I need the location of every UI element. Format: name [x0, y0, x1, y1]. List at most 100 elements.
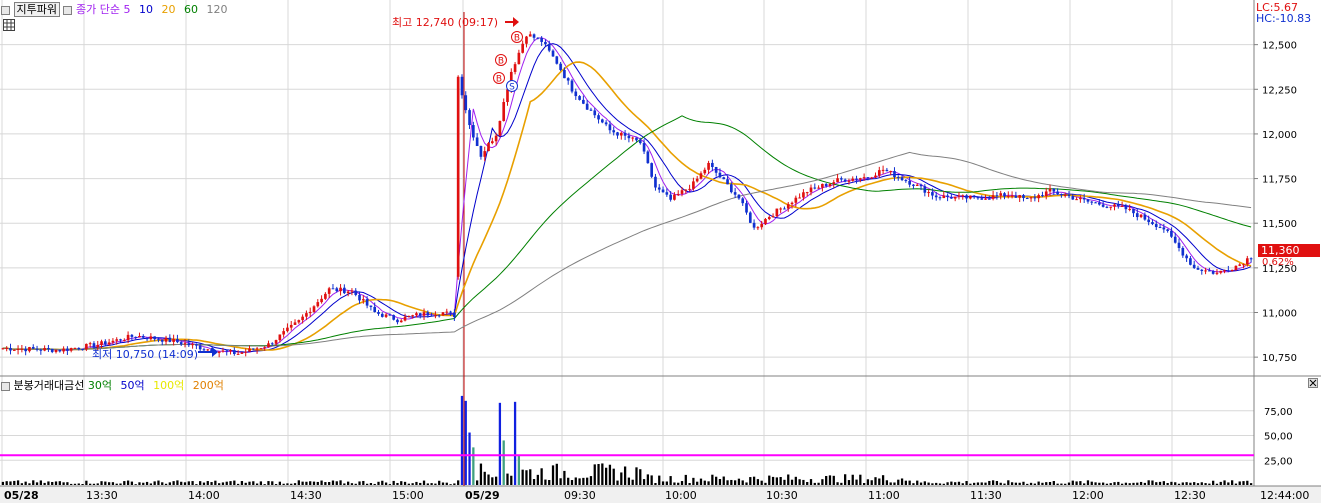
volume-bar: [271, 481, 274, 485]
volume-bar: [309, 481, 312, 485]
panel-close-icon[interactable]: [1308, 378, 1318, 391]
candle-body: [938, 197, 942, 199]
volume-bar: [1234, 483, 1238, 485]
candle-body: [81, 349, 84, 351]
stock-chart[interactable]: BBBS 12,50012,25012,00011,75011,50011,25…: [0, 0, 1321, 503]
volume-bar: [278, 481, 281, 485]
volume-bar: [365, 483, 369, 485]
candle-body: [661, 189, 665, 193]
ma-settings-icon[interactable]: [63, 5, 73, 15]
volume-bar: [426, 483, 429, 485]
volume-bar: [1204, 483, 1207, 485]
candle-body: [1177, 242, 1181, 248]
candle-body: [714, 167, 718, 173]
candle-body: [619, 132, 623, 136]
volume-tick-label: 25,00: [1264, 456, 1293, 467]
candle-body: [551, 50, 555, 57]
volume-bar: [1029, 482, 1033, 485]
candle-body: [240, 352, 244, 354]
volume-bar: [248, 481, 251, 485]
volume-bar: [733, 480, 737, 485]
volume-bar: [73, 483, 77, 485]
candle-body: [160, 339, 164, 342]
candle-body: [141, 335, 145, 338]
volume-bar: [1026, 483, 1029, 485]
volume-bar: [5, 481, 8, 485]
candle-body: [813, 187, 817, 189]
volume-bar: [866, 479, 870, 485]
volume-bar: [669, 476, 672, 485]
volume-bar: [123, 481, 126, 485]
candle-body: [1071, 196, 1075, 200]
candle-body: [388, 314, 392, 316]
volume-bar: [70, 483, 73, 485]
grid-tool-icon[interactable]: [3, 19, 15, 34]
volume-bar: [377, 481, 380, 485]
volume-bar: [16, 480, 20, 485]
candle-body: [585, 103, 589, 110]
candle-body: [305, 313, 308, 317]
candle-body: [12, 349, 16, 351]
volume-bar: [1079, 481, 1082, 485]
volume-bar: [411, 483, 414, 485]
volume-bar: [961, 483, 964, 485]
volume-bar: [783, 479, 786, 485]
volume-bar: [229, 481, 232, 485]
signal-label: B: [498, 57, 504, 67]
indicator-settings-icon[interactable]: [1, 5, 10, 15]
volume-bar: [494, 476, 498, 485]
volume-tick-label: 75,00: [1264, 407, 1293, 418]
volume-bar: [567, 477, 570, 485]
volume-settings-icon[interactable]: [1, 381, 10, 391]
volume-bar: [536, 474, 539, 485]
volume-bar: [297, 480, 300, 485]
volume-bar: [589, 476, 593, 485]
candle-body: [1215, 272, 1219, 274]
candle-body: [900, 177, 904, 181]
volume-bar: [532, 479, 536, 485]
candle-body: [119, 339, 122, 341]
candle-body: [1166, 229, 1169, 231]
price-tick-label: 12,250: [1262, 85, 1297, 96]
price-tick-label: 11,750: [1262, 175, 1297, 186]
stock-name[interactable]: 지투파워: [13, 2, 60, 17]
volume-bar: [472, 447, 475, 485]
volume-bar: [620, 472, 623, 485]
candle-body: [923, 186, 927, 193]
volume-bar: [513, 401, 517, 485]
volume-bar: [104, 481, 107, 485]
candle-body: [987, 198, 991, 200]
candle-body: [1044, 191, 1048, 197]
volume-bar: [286, 483, 289, 485]
volume-bar: [39, 480, 42, 485]
time-tick-label: 14:30: [290, 489, 322, 502]
signal-label: B: [514, 34, 520, 44]
candle-body: [699, 173, 703, 179]
candle-body: [881, 169, 885, 171]
candle-body: [9, 348, 12, 351]
volume-bar: [741, 480, 744, 485]
candle-body: [597, 115, 600, 120]
price-tick-label: 11,500: [1262, 219, 1297, 230]
candle-body: [635, 137, 638, 141]
volume-bar: [904, 480, 907, 485]
candle-body: [1230, 269, 1234, 271]
volume-bar: [563, 470, 566, 485]
volume-bar: [491, 477, 494, 485]
volume-bar: [885, 480, 889, 485]
volume-bar: [199, 481, 202, 485]
volume-bar: [1052, 481, 1055, 485]
volume-bar: [176, 480, 179, 485]
time-tick-label: 09:30: [564, 489, 596, 502]
candle-body: [308, 311, 312, 314]
volume-bar: [1090, 481, 1093, 485]
candle-body: [122, 340, 126, 342]
volume-bar: [586, 477, 589, 485]
candle-body: [494, 135, 498, 142]
volume-bar: [449, 484, 452, 485]
candle-body: [1, 348, 5, 350]
volume-bar: [881, 475, 885, 485]
volume-bar: [999, 482, 1002, 485]
volume-bar: [635, 467, 638, 485]
volume-bar: [806, 482, 809, 485]
